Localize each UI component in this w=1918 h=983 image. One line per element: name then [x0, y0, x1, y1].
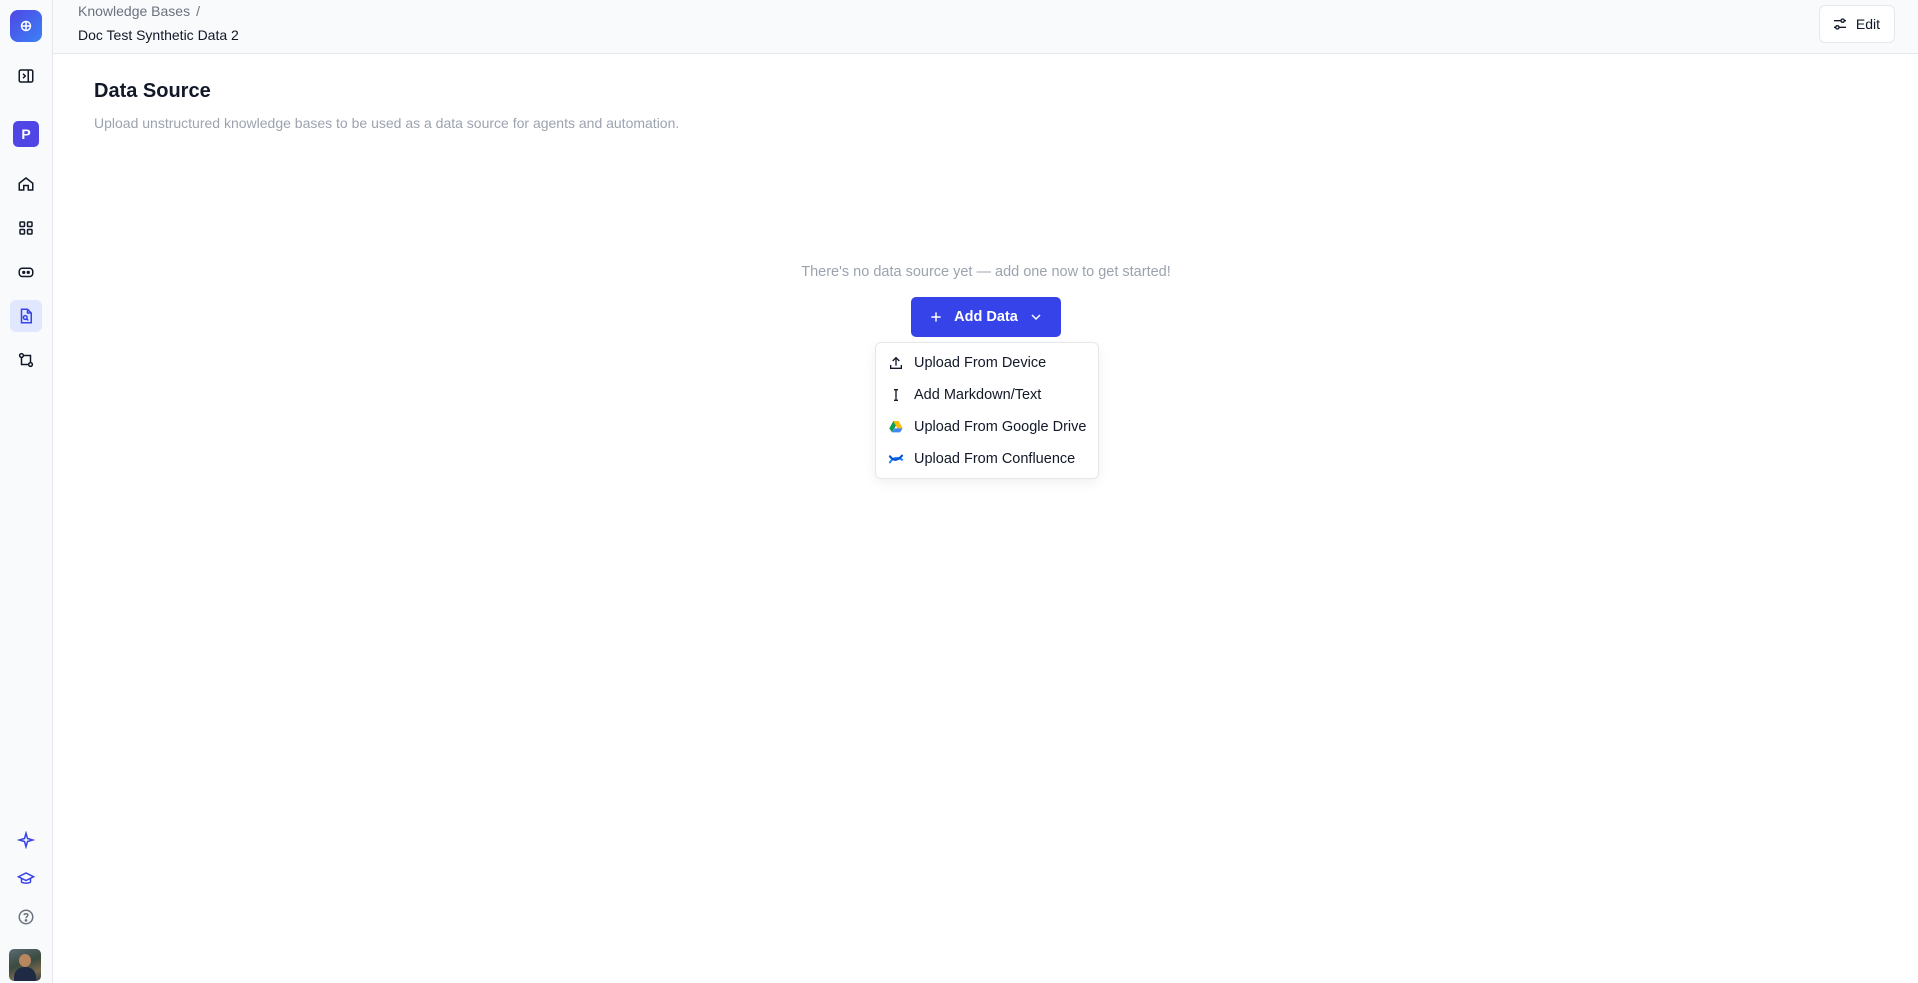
user-avatar[interactable]	[9, 949, 41, 981]
menu-item-add-markdown-text[interactable]: Add Markdown/Text	[876, 379, 1098, 411]
edit-button-label: Edit	[1855, 16, 1880, 32]
sidebar-item-workflows[interactable]	[10, 344, 42, 376]
home-icon	[18, 177, 34, 191]
workspace-initial: P	[21, 126, 31, 142]
page-subtitle: Upload unstructured knowledge bases to b…	[94, 115, 680, 131]
add-data-dropdown: Upload From Device Add Markdown/Text Upl…	[875, 342, 1099, 479]
google-drive-icon	[889, 421, 903, 433]
menu-item-label: Upload From Device	[914, 355, 1047, 371]
collapse-sidebar-icon	[18, 69, 34, 83]
menu-item-upload-from-google-drive[interactable]: Upload From Google Drive	[876, 411, 1098, 443]
sidebar-item-help[interactable]	[10, 901, 42, 933]
add-data-button[interactable]: Add Data	[911, 297, 1061, 337]
workspace-avatar[interactable]: P	[13, 121, 39, 147]
sliders-icon	[1833, 18, 1846, 30]
text-cursor-icon	[894, 389, 898, 401]
sidebar-item-ai-assistant[interactable]	[10, 824, 42, 856]
breadcrumb-current: Doc Test Synthetic Data 2	[78, 27, 239, 43]
breadcrumb-knowledge-bases-link[interactable]: Knowledge Bases	[78, 3, 190, 19]
chevron-down-icon	[1031, 314, 1041, 321]
logo-icon	[20, 20, 32, 32]
confluence-icon	[888, 454, 904, 464]
sparkle-icon	[17, 831, 35, 849]
breadcrumb: Knowledge Bases /	[78, 3, 200, 19]
sidebar-item-learn[interactable]	[10, 863, 42, 895]
apps-grid-icon	[19, 221, 33, 235]
page-title: Data Source	[94, 80, 211, 102]
avatar-head	[19, 954, 31, 967]
menu-item-upload-from-confluence[interactable]: Upload From Confluence	[876, 443, 1098, 475]
help-icon	[18, 909, 34, 925]
menu-item-label: Upload From Confluence	[914, 451, 1076, 467]
upload-icon	[890, 356, 902, 369]
breadcrumb-separator: /	[196, 3, 200, 19]
menu-item-upload-from-device[interactable]: Upload From Device	[876, 347, 1098, 379]
menu-item-label: Upload From Google Drive	[914, 419, 1087, 435]
top-bar: Knowledge Bases / Doc Test Synthetic Data…	[53, 0, 1918, 54]
knowledge-base-icon	[20, 308, 32, 324]
menu-item-label: Add Markdown/Text	[914, 387, 1042, 403]
app-logo[interactable]	[10, 10, 42, 42]
add-data-label: Add Data	[954, 309, 1018, 325]
empty-state-message: There's no data source yet — add one now…	[801, 264, 1171, 280]
sidebar: P	[0, 0, 53, 983]
workflow-icon	[18, 352, 34, 368]
sidebar-item-apps[interactable]	[10, 212, 42, 244]
collapse-sidebar-button[interactable]	[10, 60, 42, 92]
sidebar-item-knowledge-bases[interactable]	[10, 300, 42, 332]
edit-button[interactable]: Edit	[1818, 5, 1895, 43]
sidebar-item-home[interactable]	[10, 168, 42, 200]
graduation-cap-icon	[17, 872, 35, 884]
avatar-body	[14, 967, 36, 981]
plus-icon	[931, 312, 941, 322]
